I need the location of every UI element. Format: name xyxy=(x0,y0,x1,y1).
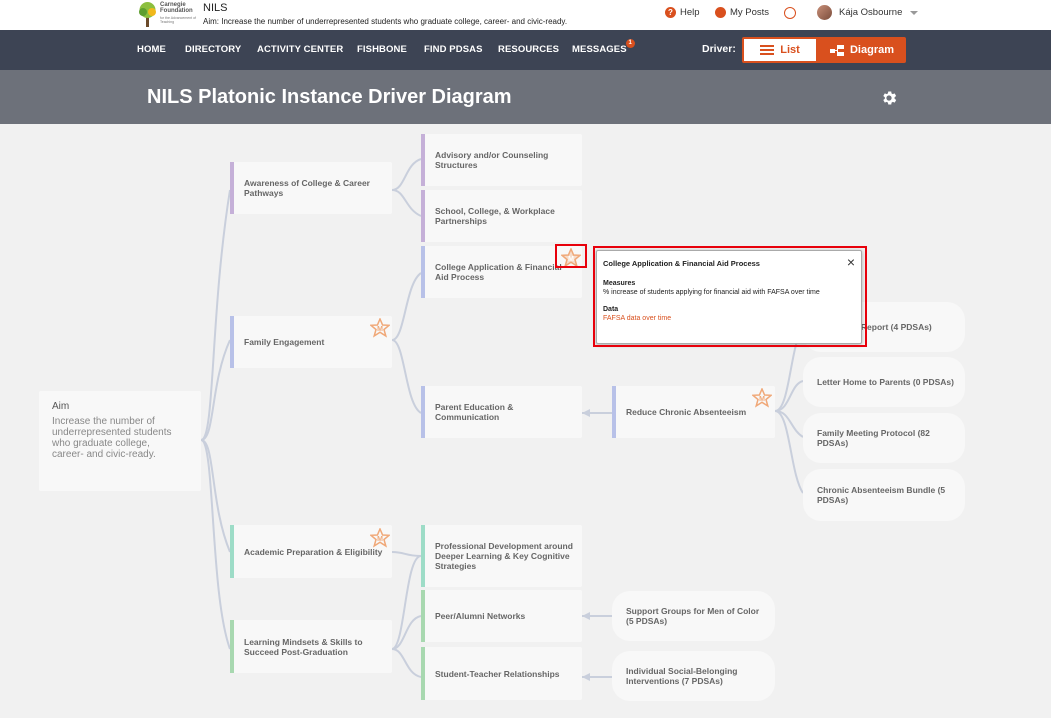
secondary-driver-card[interactable]: Student-Teacher Relationships xyxy=(421,647,582,700)
list-icon xyxy=(760,45,775,55)
user-menu[interactable]: Kája Osbourne xyxy=(817,5,919,20)
secondary-driver-label: Peer/Alumni Networks xyxy=(435,611,526,621)
svg-text:M: M xyxy=(377,326,383,333)
measure-star-icon[interactable]: M xyxy=(752,388,772,408)
my-posts-label: My Posts xyxy=(730,7,770,18)
my-posts-link[interactable]: My Posts xyxy=(715,7,769,18)
primary-driver-label: Academic Preparation & Eligibility xyxy=(244,546,383,557)
avatar xyxy=(817,5,832,20)
measure-star-icon[interactable]: M xyxy=(370,318,390,338)
driver-label: Driver: xyxy=(702,43,736,55)
change-idea-pill[interactable]: Letter Home to Parents (0 PDSAs) xyxy=(803,357,965,407)
page-title: NILS Platonic Instance Driver Diagram xyxy=(147,86,512,108)
secondary-driver-label: School, College, & Workplace Partnership… xyxy=(435,206,555,226)
logo-line-3: for the Advancement of Teaching xyxy=(160,16,196,24)
list-view-button[interactable]: List xyxy=(742,37,818,63)
change-idea-pill[interactable]: Individual Social-Belonging Intervention… xyxy=(612,651,775,701)
change-idea-label: Family Meeting Protocol (82 PDSAs) xyxy=(817,428,930,448)
primary-driver-card[interactable]: Learning Mindsets & Skills to Succeed Po… xyxy=(230,620,392,673)
secondary-driver-label: Professional Development around Deeper L… xyxy=(435,541,573,571)
secondary-driver-card[interactable]: Advisory and/or Counseling Structures xyxy=(421,134,582,186)
top-bar: Carnegie Foundation for the Advancement … xyxy=(0,0,1051,30)
primary-driver-label: Family Engagement xyxy=(244,337,325,347)
tree-logo-icon xyxy=(139,2,156,27)
primary-driver-card[interactable]: Academic Preparation & Eligibility xyxy=(230,525,392,578)
change-idea-pill[interactable]: Family Meeting Protocol (82 PDSAs) xyxy=(803,413,965,463)
svg-text:M: M xyxy=(377,536,383,543)
nav-find-pdsas[interactable]: FIND PDSAS xyxy=(424,44,483,55)
diagram-view-label: Diagram xyxy=(849,44,895,56)
change-idea-label: Chronic Absenteeism Bundle (5 PDSAs) xyxy=(817,485,946,505)
nav-resources[interactable]: RESOURCES xyxy=(498,44,559,55)
secondary-driver-label: Advisory and/or Counseling Structures xyxy=(435,150,549,170)
chevron-down-icon xyxy=(910,10,919,15)
messages-badge: 1 xyxy=(625,39,635,48)
primary-driver-label: Awareness of College & Career Pathways xyxy=(244,178,370,198)
secondary-driver-card[interactable]: Reduce Chronic Absenteeism xyxy=(612,386,775,438)
change-idea-label: Support Groups for Men of Color (5 PDSAs… xyxy=(626,606,760,626)
primary-driver-card[interactable]: Family Engagement xyxy=(230,316,392,368)
globe-icon xyxy=(784,7,796,19)
diagram-icon xyxy=(829,44,844,56)
aim-card[interactable]: Aim Increase the number of underrepresen… xyxy=(39,391,201,491)
secondary-driver-label: Parent Education & Communication xyxy=(435,402,514,422)
help-label: Help xyxy=(680,7,700,18)
change-idea-label: Individual Social-Belonging Intervention… xyxy=(626,666,738,686)
nav-fishbone[interactable]: FISHBONE xyxy=(357,44,407,55)
change-idea-label: Letter Home to Parents (0 PDSAs) xyxy=(817,377,954,387)
nav-directory[interactable]: DIRECTORY xyxy=(185,44,241,55)
logo-line-2: Foundation xyxy=(160,8,193,14)
secondary-driver-card[interactable]: Professional Development around Deeper L… xyxy=(421,525,582,587)
secondary-driver-label: Reduce Chronic Absenteeism xyxy=(626,407,747,417)
gear-icon[interactable] xyxy=(880,89,898,107)
secondary-driver-card[interactable]: Parent Education & Communication xyxy=(421,386,582,438)
pencil-icon xyxy=(715,7,726,18)
language-button[interactable] xyxy=(784,7,800,19)
nav-messages-label: MESSAGES xyxy=(572,44,627,55)
secondary-driver-card[interactable]: Peer/Alumni Networks xyxy=(421,590,582,642)
driver-diagram: Aim Increase the number of underrepresen… xyxy=(0,124,1051,718)
aim-text: Increase the number of underrepresented … xyxy=(52,416,172,460)
nav-activity-center[interactable]: ACTIVITY CENTER xyxy=(257,44,343,55)
aim-title: Aim xyxy=(52,401,70,412)
help-icon: ? xyxy=(665,7,676,18)
highlight-box xyxy=(555,244,587,268)
diagram-view-button[interactable]: Diagram xyxy=(818,37,906,63)
aim-subtitle: Aim: Increase the number of underreprese… xyxy=(203,17,568,26)
change-idea-pill[interactable]: Chronic Absenteeism Bundle (5 PDSAs) xyxy=(803,469,965,521)
secondary-driver-label: Student-Teacher Relationships xyxy=(435,668,560,679)
primary-driver-card[interactable]: Awareness of College & Career Pathways xyxy=(230,162,392,214)
app-name: NILS xyxy=(203,2,228,14)
change-idea-pill[interactable]: Support Groups for Men of Color (5 PDSAs… xyxy=(612,591,775,641)
main-nav: HOME DIRECTORY ACTIVITY CENTER FISHBONE … xyxy=(0,30,1051,70)
secondary-driver-label: College Application & Financial Aid Proc… xyxy=(435,262,562,282)
popup-highlight-box xyxy=(593,246,867,347)
nav-home[interactable]: HOME xyxy=(137,44,166,55)
user-name: Kája Osbourne xyxy=(839,7,903,18)
carnegie-logo[interactable]: Carnegie Foundation for the Advancement … xyxy=(137,1,197,28)
svg-text:M: M xyxy=(759,396,765,403)
secondary-driver-card[interactable]: School, College, & Workplace Partnership… xyxy=(421,190,582,242)
title-bar: NILS Platonic Instance Driver Diagram xyxy=(0,70,1051,124)
primary-driver-label: Learning Mindsets & Skills to Succeed Po… xyxy=(244,636,363,657)
list-view-label: List xyxy=(780,44,800,56)
help-link[interactable]: ? Help xyxy=(665,7,700,18)
nav-messages[interactable]: MESSAGES 1 xyxy=(572,39,635,55)
measure-star-icon[interactable]: M xyxy=(370,528,390,548)
